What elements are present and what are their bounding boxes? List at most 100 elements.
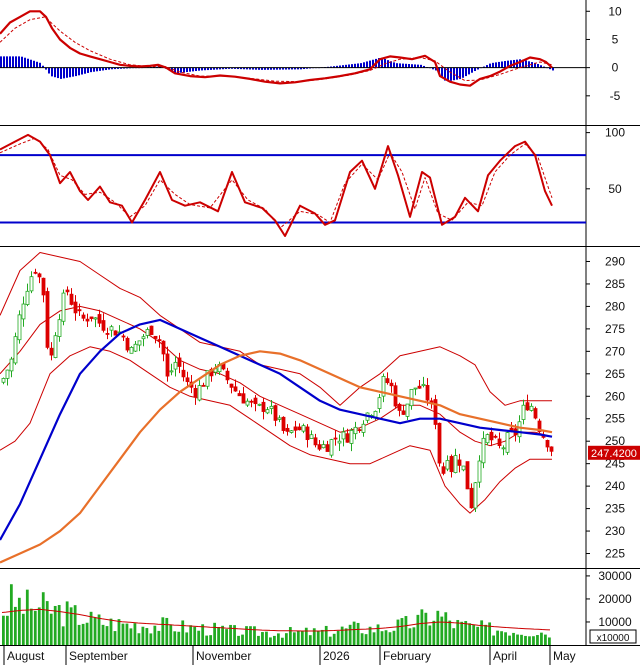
macd-histogram-bar [504,61,506,68]
macd-histogram-bar [21,56,23,68]
macd-histogram-bar [363,62,365,68]
volume-bar [380,631,384,645]
x-axis-label: May [553,649,576,663]
volume-bar [201,624,205,645]
volume-bar [193,626,197,645]
candle-body [481,437,486,464]
candle-body [233,386,238,392]
candle-body [81,314,86,319]
macd-histogram-bar [450,67,452,81]
candle-body [425,384,430,401]
candle-body [413,387,418,390]
macd-axis-tick-label: 10 [608,4,622,18]
candle-body [45,291,50,348]
volume-bar [161,617,165,645]
volume-bar [125,623,129,645]
volume-bar [265,631,268,645]
volume-bar [2,615,5,645]
candle-body [549,446,554,452]
volume-bar [392,630,396,645]
x-axis-label: August [7,649,45,663]
volume-bar [261,632,264,645]
volume-bar [284,633,288,645]
volume-bar [444,612,448,645]
volume-bar [464,621,468,645]
candle-body [237,393,242,397]
candle-body [21,303,26,320]
volume-bar [273,635,276,645]
candle-body [505,432,510,453]
macd-histogram-bar [501,61,503,68]
volume-bar [5,615,9,645]
candle-body [405,403,410,417]
candle-body [137,340,142,346]
volume-bar [296,630,300,645]
volume-bar [197,630,201,645]
macd-histogram-bar [75,67,77,77]
stoch-axis-tick-label: 100 [605,126,625,140]
candle-body [97,314,102,324]
candle-body [261,401,266,412]
volume-bar [412,627,416,645]
candle-body [473,482,478,509]
volume-bar [404,616,408,645]
macd-histogram-bar [357,63,359,68]
candle-body [9,358,14,372]
chart-background [0,0,640,665]
price-axis-tick-label: 270 [605,344,625,358]
volume-bar [324,625,328,645]
volume-bar [33,610,37,645]
macd-histogram-bar [462,67,464,78]
candle-body [193,388,198,398]
candle-body [457,459,462,466]
volume-bar [516,634,519,645]
stoch-axis-tick-label: 50 [608,182,622,196]
macd-histogram-bar [48,67,50,74]
candle-body [61,292,66,322]
candle-body [349,430,354,444]
volume-bar [288,627,292,645]
macd-histogram-bar [60,67,62,79]
candle-body [325,444,330,452]
candle-body [337,440,342,444]
candle-body [437,422,442,464]
volume-bar [173,631,177,645]
volume-bar [133,623,137,645]
volume-bar [45,601,49,645]
macd-histogram-bar [81,67,83,75]
candle-body [145,329,150,336]
candle-body [257,403,262,406]
macd-histogram-bar [63,67,65,79]
candle-body [41,277,46,296]
macd-histogram-bar [369,60,371,68]
candle-body [113,330,118,336]
candle-body [529,405,534,411]
volume-bar [13,606,17,645]
volume-bar [500,631,503,645]
volume-bar [153,625,157,645]
volume-bar [37,607,41,645]
macd-histogram-bar [366,61,368,68]
candle-body [389,382,394,387]
macd-histogram-bar [57,67,59,79]
candle-body [453,455,458,473]
macd-histogram-bar [360,63,362,68]
volume-bar [257,635,260,645]
volume-bar [165,617,169,645]
volume-bar [468,623,472,645]
macd-histogram-bar [474,67,476,72]
volume-bar [213,622,217,645]
volume-bar [512,632,515,645]
volume-bar [253,626,256,645]
candle-body [305,426,310,441]
volume-bar [400,618,404,645]
macd-histogram-bar [51,67,53,77]
macd-histogram-bar [456,67,458,80]
candle-body [525,402,530,411]
volume-bar [9,584,13,645]
volume-unit-label: x10000 [597,633,630,644]
candle-body [125,337,130,351]
candle-body [89,316,94,319]
price-axis-tick-label: 255 [605,412,625,426]
macd-histogram-bar [18,56,20,68]
